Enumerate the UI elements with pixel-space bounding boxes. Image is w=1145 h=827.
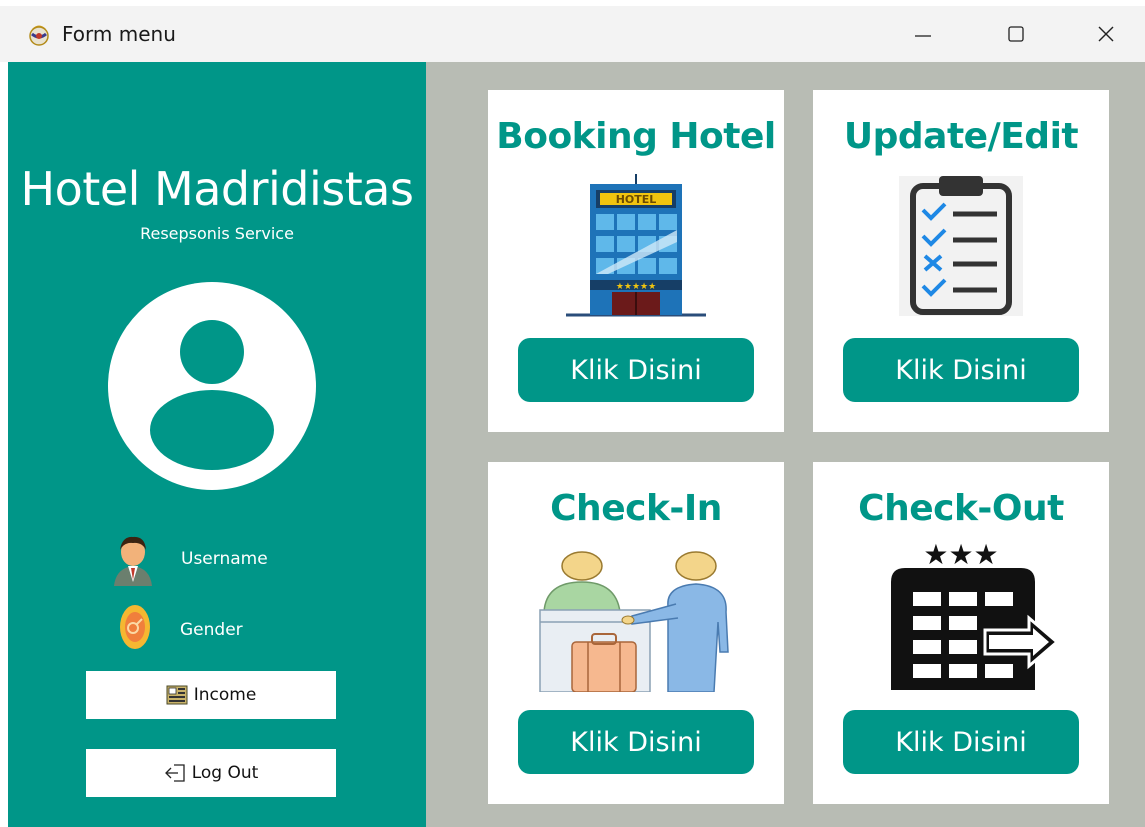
user-avatar-icon	[108, 282, 316, 490]
close-icon	[1098, 26, 1114, 42]
gender-label: Gender	[180, 620, 243, 640]
check-in-button[interactable]: Klik Disini	[518, 710, 754, 774]
logout-button[interactable]: Log Out	[86, 749, 336, 797]
minimize-icon	[915, 35, 931, 37]
title-bar: Form menu	[0, 0, 1145, 62]
gender-icon	[120, 605, 150, 649]
real-madrid-crest-icon	[29, 25, 49, 46]
check-out-card: Check-Out ★★★ Klik Disini	[813, 462, 1109, 804]
maximize-button[interactable]	[986, 12, 1046, 56]
menu-area: Booking Hotel HOTEL ★★★★★ Klik Disini Up…	[426, 62, 1145, 827]
check-out-button[interactable]: Klik Disini	[843, 710, 1079, 774]
svg-text:HOTEL: HOTEL	[616, 193, 657, 206]
update-edit-button[interactable]: Klik Disini	[843, 338, 1079, 402]
svg-text:★★★: ★★★	[923, 542, 998, 571]
income-button[interactable]: Income	[86, 671, 336, 719]
reception-checkin-icon	[539, 551, 729, 692]
username-label: Username	[181, 549, 268, 569]
income-button-label: Income	[193, 685, 257, 705]
maximize-icon	[1008, 26, 1024, 42]
window-title: Form menu	[62, 22, 176, 46]
user-person-icon	[114, 536, 152, 586]
card-title: Booking Hotel	[496, 116, 776, 157]
card-title: Check-In	[550, 488, 722, 529]
checklist-clipboard-icon	[899, 176, 1023, 316]
check-in-card: Check-In Klik Disini	[488, 462, 784, 804]
hotel-subtitle: Resepsonis Service	[140, 224, 294, 243]
income-report-icon	[166, 685, 188, 705]
booking-hotel-button[interactable]: Klik Disini	[518, 338, 754, 402]
update-edit-card: Update/Edit Klik Disini	[813, 90, 1109, 432]
hotel-name: Hotel Madridistas	[20, 162, 414, 216]
sidebar: Hotel Madridistas Resepsonis Service Use…	[8, 62, 426, 827]
logout-icon	[164, 764, 185, 782]
minimize-button[interactable]	[893, 12, 953, 56]
booking-hotel-card: Booking Hotel HOTEL ★★★★★ Klik Disini	[488, 90, 784, 432]
hotel-checkout-icon: ★★★	[891, 542, 1060, 690]
card-title: Update/Edit	[843, 116, 1079, 157]
close-button[interactable]	[1076, 12, 1136, 56]
card-title: Check-Out	[858, 488, 1064, 529]
hotel-building-icon: HOTEL ★★★★★	[566, 174, 706, 317]
logout-button-label: Log Out	[191, 763, 259, 783]
svg-text:★★★★★: ★★★★★	[616, 281, 656, 291]
